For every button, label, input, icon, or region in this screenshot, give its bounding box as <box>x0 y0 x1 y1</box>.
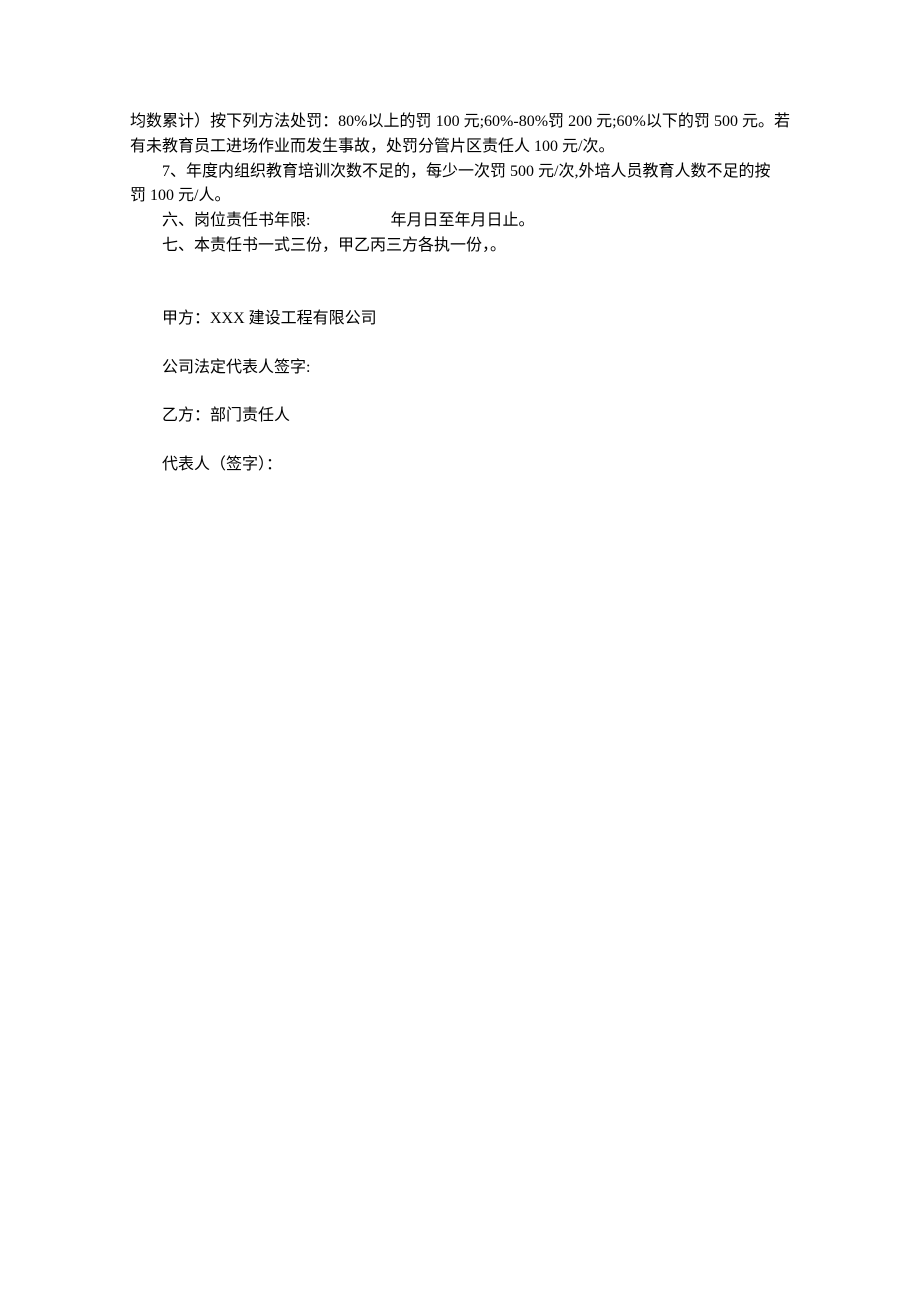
paragraph-section-7: 七、本责任书一式三份，甲乙丙三方各执一份，。 <box>130 234 790 259</box>
spacer <box>130 380 790 404</box>
signature-party-a-rep: 公司法定代表人签字: <box>130 356 790 381</box>
signature-party-b-rep: 代表人（签字）： <box>130 453 790 478</box>
signature-party-a: 甲方：XXX 建设工程有限公司 <box>130 307 790 332</box>
paragraph-item-7-line1: 7、年度内组织教育培训次数不足的，每少一次罚 500 元/次,外培人员教育人数不… <box>130 160 790 185</box>
spacer <box>130 332 790 356</box>
spacer <box>130 259 790 283</box>
paragraph-continuation: 均数累计）按下列方法处罚：80%以上的罚 100 元;60%-80%罚 200 … <box>130 110 790 160</box>
spacer <box>130 283 790 307</box>
paragraph-item-7-line2: 罚 100 元/人。 <box>130 184 790 209</box>
spacer <box>130 429 790 453</box>
paragraph-section-6: 六、岗位责任书年限: 年月日至年月日止。 <box>130 209 790 234</box>
signature-party-b: 乙方：部门责任人 <box>130 404 790 429</box>
